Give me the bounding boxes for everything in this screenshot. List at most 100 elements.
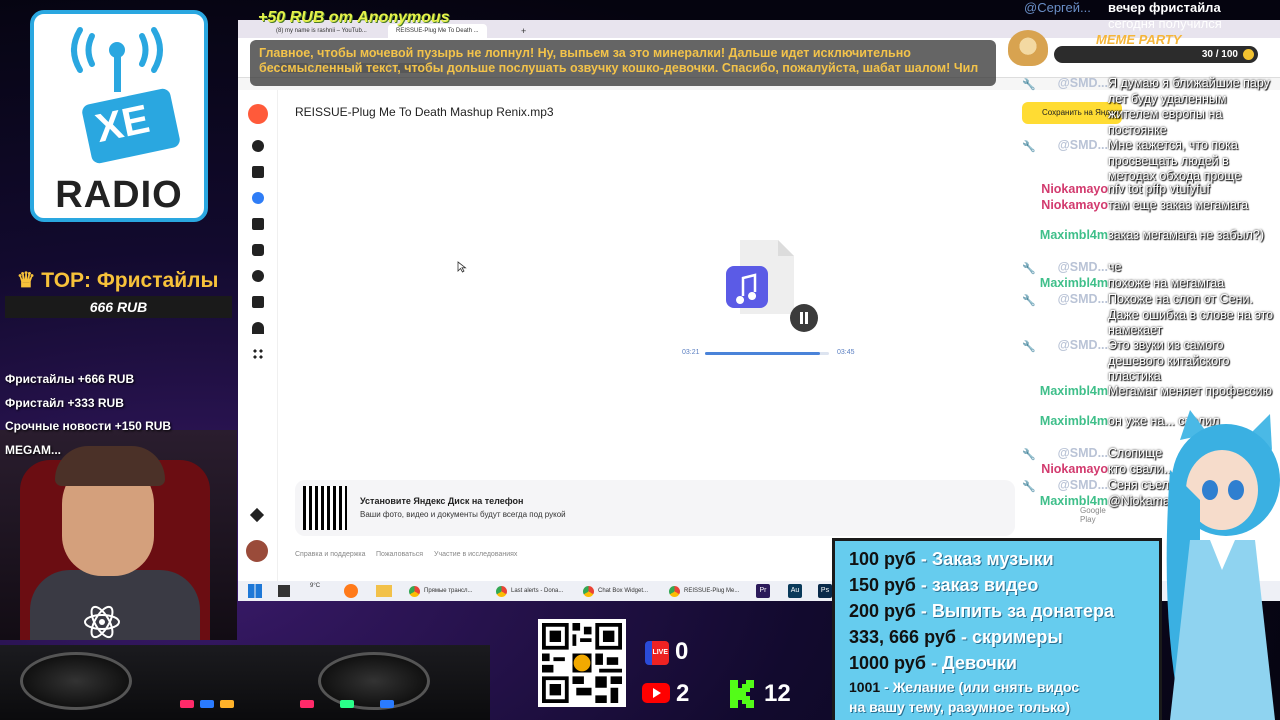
logo-radio: RADIO — [55, 174, 183, 216]
files-icon[interactable] — [252, 218, 264, 230]
pause-button[interactable] — [790, 304, 818, 332]
top-donor-amount: 666 RUB — [5, 296, 232, 318]
kick-icon — [730, 680, 754, 708]
chat-username: Maximbl4m — [1039, 414, 1108, 428]
radio-antenna-icon — [70, 27, 180, 164]
chat-username: Maximbl4m — [1039, 494, 1108, 508]
meme-progress-bar: 30 / 100 — [1054, 46, 1258, 63]
cloud-icon[interactable] — [252, 140, 264, 152]
chat-username: Niokamayo — [1041, 462, 1108, 476]
price-label: - Заказ музыки — [915, 549, 1054, 569]
chat-username: @SMD... — [1057, 478, 1108, 492]
jog-wheel-right — [318, 652, 430, 710]
task-view-icon[interactable] — [278, 585, 290, 597]
disk-icon[interactable] — [252, 192, 264, 204]
footer-report-link[interactable]: Пожаловаться — [376, 551, 423, 558]
doge-icon — [1008, 30, 1048, 66]
footer-help-link[interactable]: Справка и поддержка — [295, 551, 366, 558]
current-time: 03:21 — [682, 349, 700, 356]
chat-username: @SMD... — [1057, 260, 1108, 274]
chat-text: там еще заказ мегамага — [1108, 198, 1249, 212]
deck-pad — [300, 700, 314, 708]
messenger-icon[interactable] — [252, 270, 264, 282]
taskbar-item[interactable]: Прямые трансл... — [406, 583, 473, 599]
telemost-icon[interactable] — [252, 322, 264, 334]
save-to-disk-button[interactable]: Сохранить на Яндекс Диск — [1022, 102, 1122, 124]
avatar[interactable] — [246, 540, 268, 562]
price-row: 200 руб - Выпить за донатера — [849, 601, 1114, 622]
folder-icon[interactable] — [376, 585, 392, 597]
chat-username: @SMD... — [1057, 292, 1108, 306]
deck-pad — [380, 700, 394, 708]
donor-item: MEGAM... — [5, 442, 61, 457]
mail-icon[interactable] — [252, 166, 264, 178]
left-nav — [238, 90, 278, 581]
premiere-icon[interactable]: Pr — [756, 584, 770, 598]
coin-icon — [1243, 49, 1254, 60]
progress-track[interactable] — [705, 352, 829, 355]
chat-text: вечер фристайла — [1108, 0, 1221, 15]
stream-overlay: XE RADIO ♛ TOP: Фристайлы 666 RUB Фриста… — [0, 0, 1280, 720]
alert-header: +50 RUB от Anonymous — [258, 9, 450, 26]
firefox-icon[interactable] — [344, 584, 358, 598]
yandex-logo-icon[interactable] — [248, 104, 268, 124]
price-row: 150 руб - заказ видео — [849, 575, 1038, 596]
chat-text: че — [1108, 260, 1122, 274]
chat-text: заказ мегамага не забыл?) — [1108, 228, 1265, 242]
taskbar-item[interactable]: REISSUE-Plug Me... — [666, 583, 739, 599]
kick-counter: 12 — [764, 680, 791, 707]
price-label: - Девочки — [925, 653, 1017, 673]
footer-research-link[interactable]: Участие в исследованиях — [434, 551, 517, 558]
weather-widget[interactable]: 9°C — [310, 583, 320, 589]
xe-radio-logo: XE RADIO — [30, 10, 208, 222]
total-time: 03:45 — [837, 349, 855, 356]
atom-icon — [84, 605, 120, 639]
audio-file-icon — [726, 240, 794, 314]
google-play-link[interactable]: Google Play — [1080, 506, 1106, 524]
price-amount: 200 руб — [849, 601, 916, 621]
mouse-cursor-icon — [457, 261, 467, 273]
donor-item: Фристайл +333 RUB — [5, 395, 124, 410]
chat-text: Мегамаг меняет профессию — [1108, 384, 1273, 398]
promo-qr-code — [303, 486, 347, 530]
donation-alert: Главное, чтобы мочевой пузырь не лопнул!… — [250, 40, 996, 86]
chat-text: Я думаю я ближайшие пару лет буду удален… — [1108, 76, 1270, 137]
price-row: 333, 666 руб - скримеры — [849, 627, 1063, 648]
deck-pad — [180, 700, 194, 708]
promo-subtitle: Ваши фото, видео и документы будут всегд… — [360, 510, 566, 519]
apps-grid-icon[interactable] — [252, 348, 264, 360]
taskbar-item[interactable]: Last alerts - Dona... — [493, 583, 563, 599]
price-list: 100 руб - Заказ музыки 150 руб - заказ ви… — [832, 538, 1162, 720]
top-donor-title: ♛ TOP: Фристайлы — [16, 269, 219, 292]
file-title: REISSUE-Plug Me To Death Mashup Renix.mp… — [295, 105, 554, 119]
windows-start-icon[interactable] — [248, 584, 262, 598]
alert-message: Главное, чтобы мочевой пузырь не лопнул!… — [259, 46, 979, 75]
chat-text: Это звуки из самого дешевого китайского … — [1108, 338, 1230, 383]
deck-pad — [220, 700, 234, 708]
chat-username: @SMD... — [1057, 138, 1108, 152]
meme-party-widget: 30 / 100 MEME PARTY — [1004, 28, 1264, 66]
taskbar-item[interactable]: Chat Box Widget... — [580, 583, 648, 599]
price-label: - скримеры — [955, 627, 1063, 647]
audition-icon[interactable]: Au — [788, 584, 802, 598]
chat-text: Мне кажется, что пока просвещать людей в… — [1108, 138, 1242, 183]
chat-username: Niokamayo — [1041, 182, 1108, 196]
chat-username: Maximbl4m — [1039, 228, 1108, 242]
chat-text: Похоже на слоп от Сени. Даже ошибка в сл… — [1108, 292, 1274, 337]
calendar-icon[interactable] — [252, 244, 264, 256]
price-amount: 100 руб — [849, 549, 916, 569]
price-row: 1000 руб - Девочки — [849, 653, 1017, 674]
youtube-counter: 2 — [676, 680, 690, 707]
live-counter: 0 — [675, 638, 689, 665]
diamond-icon[interactable] — [249, 507, 265, 523]
price-amount: 333, 666 руб — [849, 627, 956, 647]
price-label: - Желание (или снять видос — [880, 679, 1080, 695]
price-label: - заказ видео — [915, 575, 1039, 595]
photoshop-icon[interactable]: Ps — [818, 584, 832, 598]
chat-username: Maximbl4m — [1039, 384, 1108, 398]
price-row: 100 руб - Заказ музыки — [849, 549, 1054, 570]
chat-name: @Сергей... — [1024, 0, 1091, 15]
chat-username: Maximbl4m — [1039, 276, 1108, 290]
new-tab-button[interactable]: + — [513, 24, 534, 38]
notes-icon[interactable] — [252, 296, 264, 308]
